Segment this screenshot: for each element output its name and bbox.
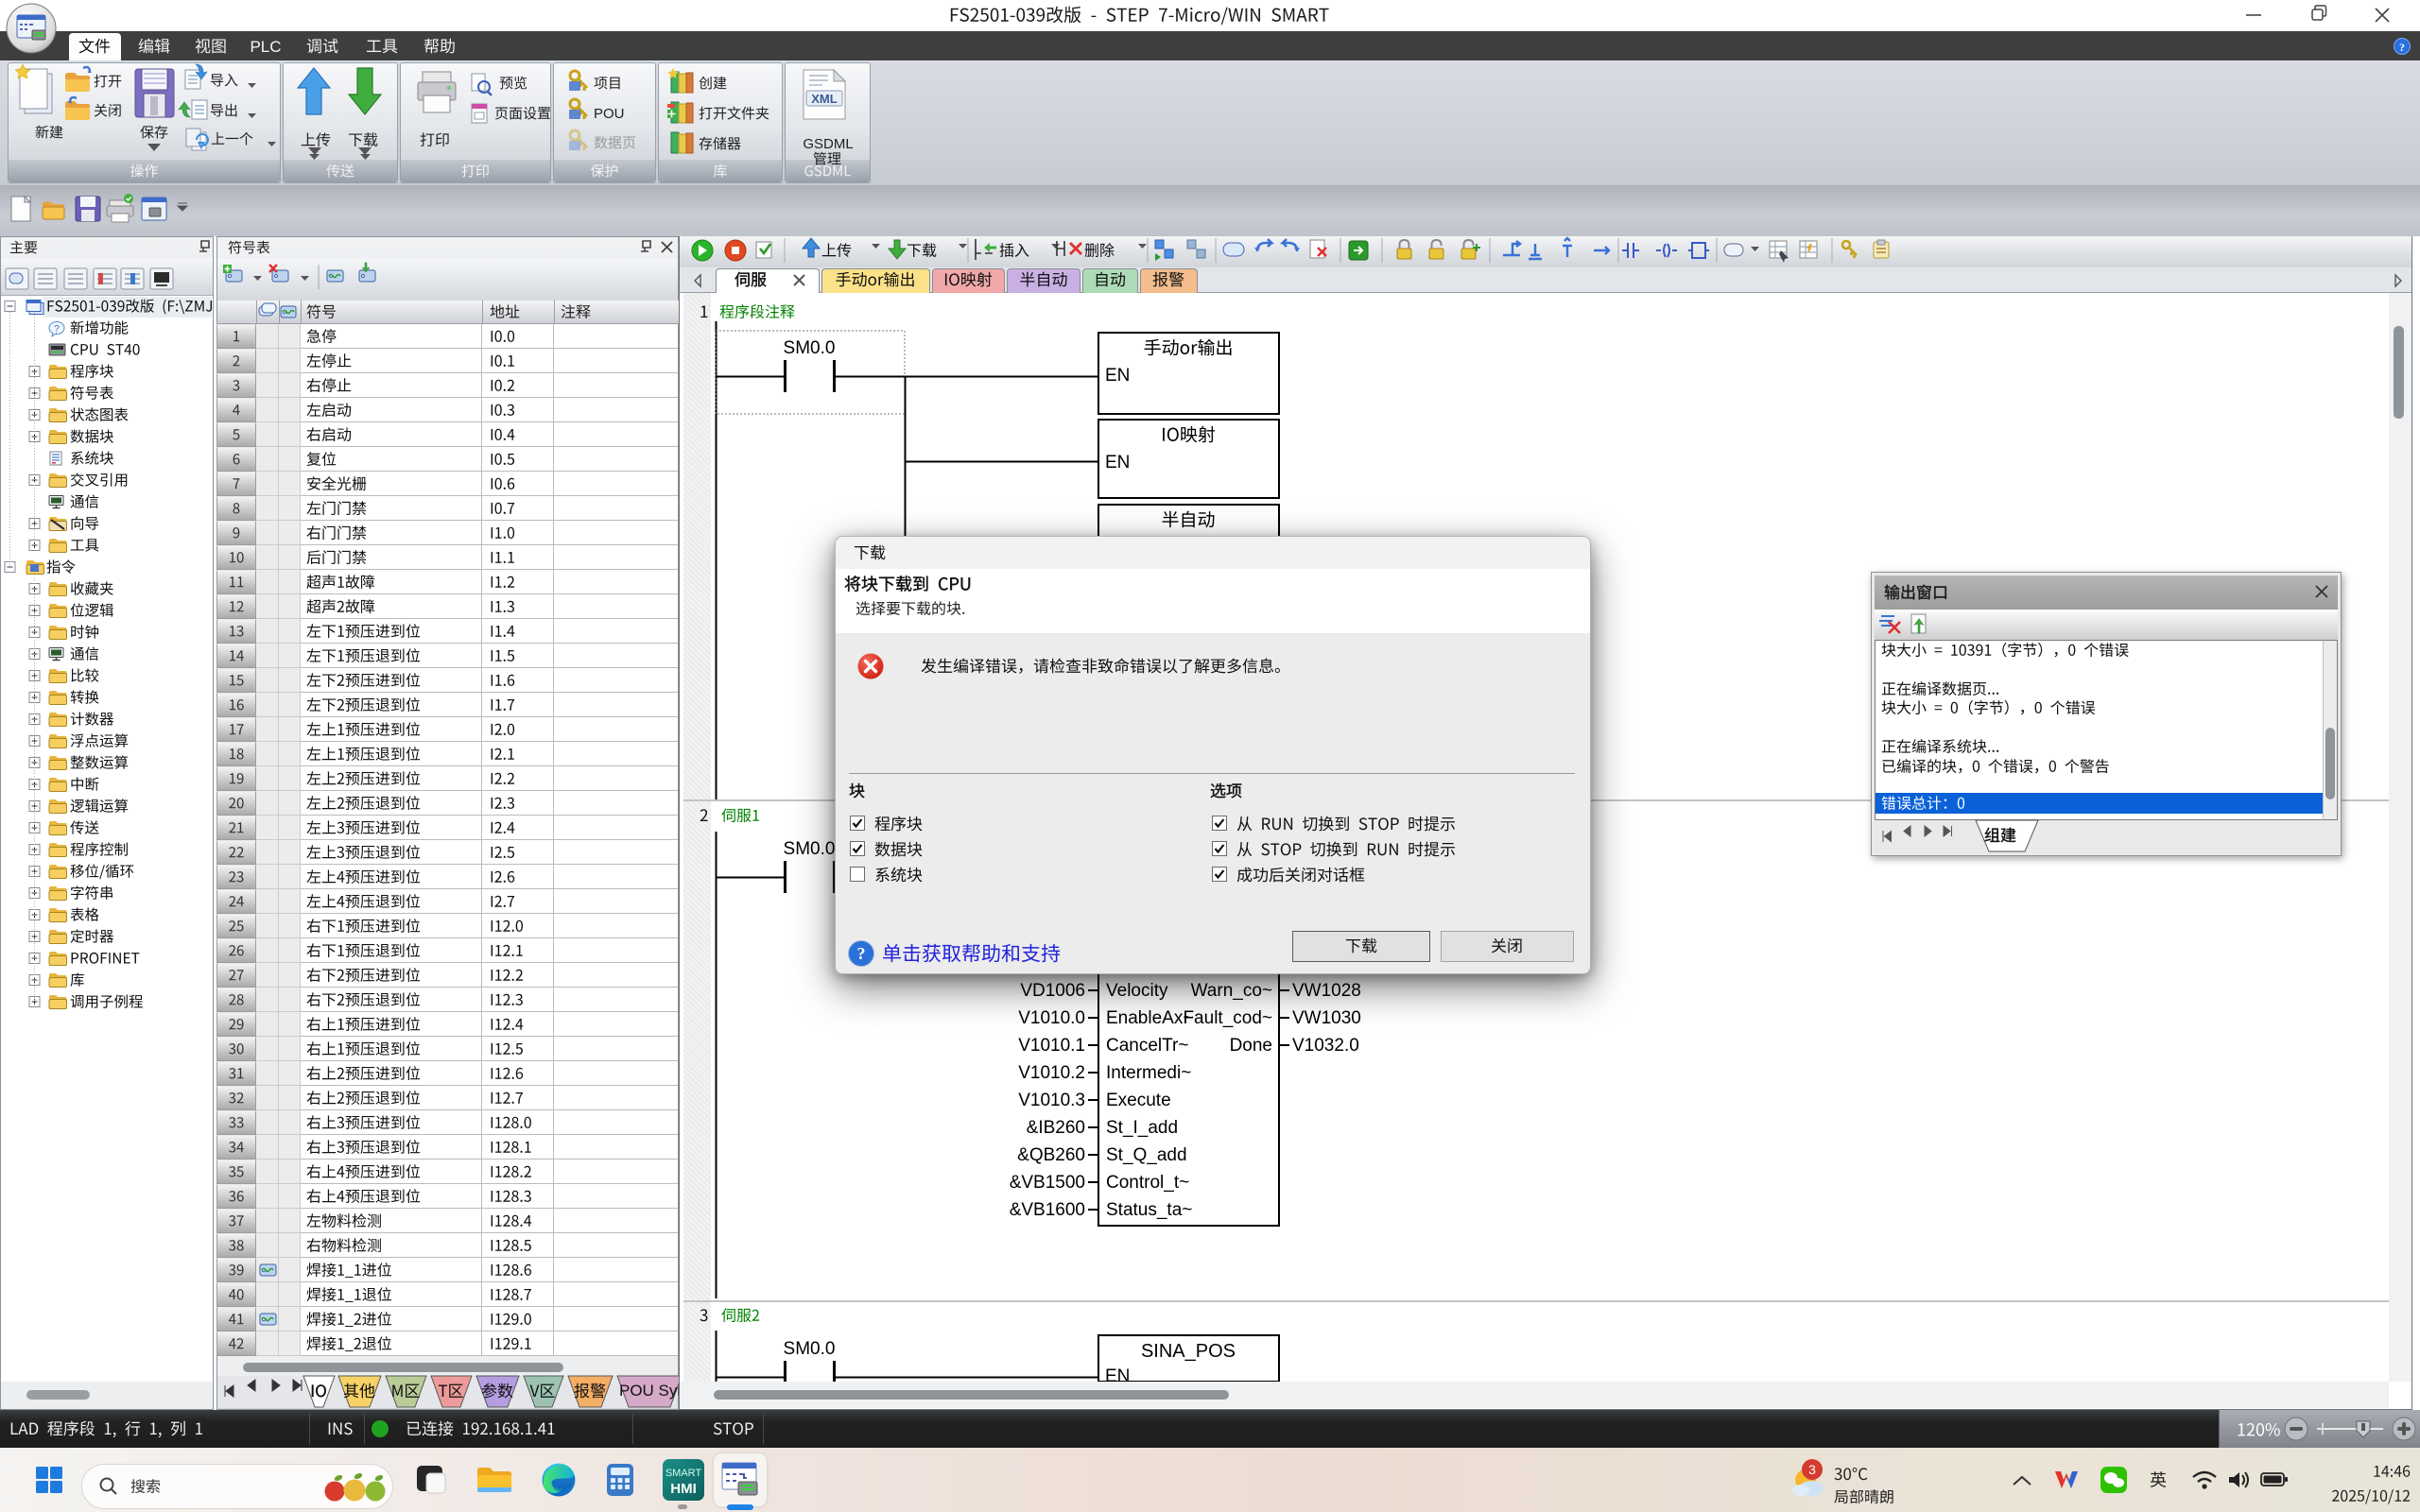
svg-text:VW1030: VW1030 <box>1292 1008 1361 1028</box>
svg-text:Done: Done <box>1230 1036 1272 1056</box>
svg-text:V1010.1: V1010.1 <box>1018 1036 1085 1056</box>
svg-text:Fault_cod~: Fault_cod~ <box>1183 1008 1272 1028</box>
svg-text:SINA_POS: SINA_POS <box>1141 1341 1236 1362</box>
svg-text:V1010.2: V1010.2 <box>1018 1063 1085 1083</box>
svg-text:Warn_co~: Warn_co~ <box>1191 981 1272 1001</box>
svg-text:3: 3 <box>1808 1462 1816 1477</box>
svg-text:Velocity: Velocity <box>1106 981 1168 1001</box>
svg-text:&VB1600: &VB1600 <box>1010 1200 1085 1220</box>
svg-text:?: ? <box>857 944 866 963</box>
svg-text:VD1006: VD1006 <box>1020 981 1085 1001</box>
svg-text:EnableAx~: EnableAx~ <box>1106 1008 1193 1028</box>
svg-text:St_I_add: St_I_add <box>1106 1118 1178 1138</box>
svg-text:SMART: SMART <box>666 1468 702 1479</box>
svg-text:VW1028: VW1028 <box>1292 981 1361 1001</box>
svg-text:V1032.0: V1032.0 <box>1292 1036 1359 1056</box>
svg-text:Intermedi~: Intermedi~ <box>1106 1063 1191 1083</box>
svg-text:Execute: Execute <box>1106 1091 1171 1110</box>
svg-text:SM0.0: SM0.0 <box>784 338 836 358</box>
svg-text:&IB260: &IB260 <box>1027 1118 1085 1138</box>
svg-text:HMI: HMI <box>670 1481 697 1497</box>
svg-text:&QB260: &QB260 <box>1017 1145 1085 1165</box>
svg-text:CancelTr~: CancelTr~ <box>1106 1036 1188 1056</box>
svg-text:&VB1500: &VB1500 <box>1010 1173 1085 1193</box>
svg-text:Status_ta~: Status_ta~ <box>1106 1200 1192 1220</box>
svg-text:Control_t~: Control_t~ <box>1106 1173 1189 1193</box>
svg-text:St_Q_add: St_Q_add <box>1106 1145 1187 1165</box>
svg-text:EN: EN <box>1105 1366 1130 1382</box>
svg-text:V1010.3: V1010.3 <box>1018 1091 1085 1110</box>
svg-text:EN: EN <box>1105 366 1130 386</box>
svg-text:SM0.0: SM0.0 <box>784 1339 836 1359</box>
svg-text:EN: EN <box>1105 453 1130 472</box>
svg-text:V1010.0: V1010.0 <box>1018 1008 1085 1028</box>
svg-text:SM0.0: SM0.0 <box>784 839 836 859</box>
